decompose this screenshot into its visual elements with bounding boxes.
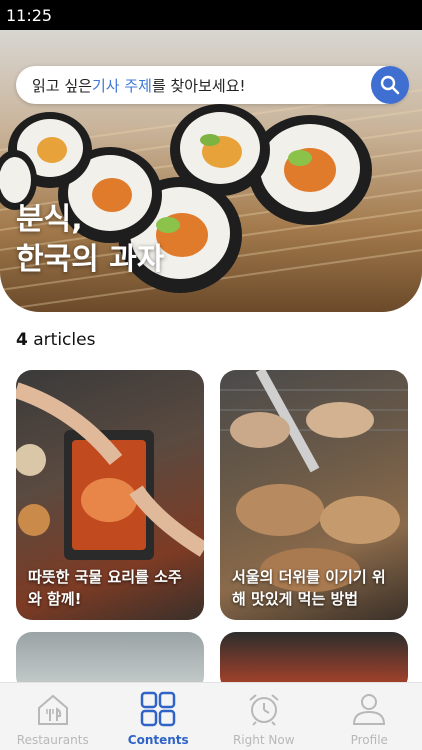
status-time: 11:25 (6, 5, 53, 25)
article-title: 따뜻한 국물 요리를 소주와 함께! (28, 568, 182, 608)
person-icon (353, 694, 386, 725)
hero-title: 분식, 한국의 과자 (16, 202, 165, 277)
alarm-clock-icon (249, 694, 279, 726)
tab-profile[interactable]: Profile (317, 683, 422, 750)
article-title: 서울의 더위를 이기기 위해 맛있게 먹는 방법 (232, 568, 386, 608)
article-count-number: 4 (16, 330, 28, 350)
bottom-tab-bar: Restaurants Contents Right Now Profile (0, 682, 422, 750)
article-card[interactable]: 따뜻한 국물 요리를 소주와 함께! (16, 370, 204, 620)
restaurant-icon (37, 694, 68, 725)
search-button[interactable] (371, 66, 409, 104)
tab-restaurants[interactable]: Restaurants (0, 683, 106, 750)
status-bar: 11:25 (0, 0, 422, 30)
article-card[interactable]: 서울의 더위를 이기기 위해 맛있게 먹는 방법 (220, 370, 408, 620)
search-placeholder-highlight: 기사 주제 (91, 76, 152, 95)
search-icon (380, 75, 400, 95)
article-count: 4 articles (16, 330, 95, 350)
search-placeholder-prefix: 읽고 싶은 (32, 76, 92, 95)
tab-label: Right Now (232, 733, 295, 747)
tab-label: Profile (350, 733, 388, 747)
tab-label: Contents (127, 733, 189, 747)
search-input[interactable]: 읽고 싶은 기사 주제 를 찾아보세요! (16, 66, 408, 104)
tab-label: Restaurants (16, 733, 89, 747)
article-count-label: articles (27, 330, 96, 350)
tab-contents[interactable]: Contents (106, 683, 212, 750)
tab-right-now[interactable]: Right Now (211, 683, 317, 750)
grid-icon (141, 691, 176, 727)
search-placeholder-suffix: 를 찾아보세요! (151, 76, 246, 95)
